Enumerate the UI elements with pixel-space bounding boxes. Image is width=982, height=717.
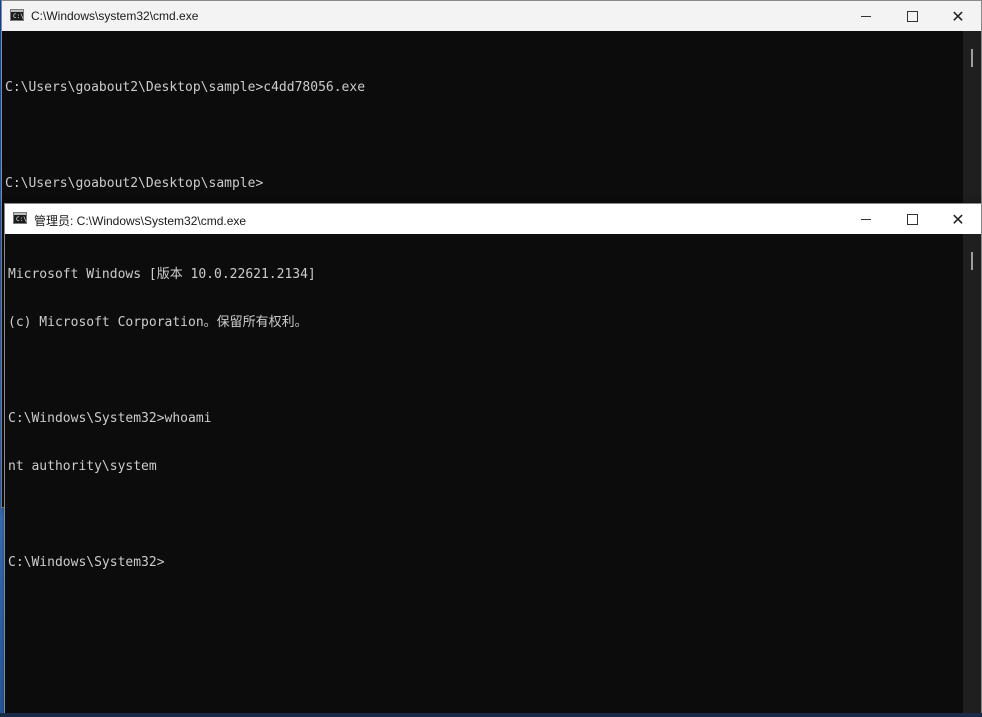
- admin-scrollbar[interactable]: [963, 234, 981, 714]
- cmd-console-icon: C:\: [13, 212, 27, 224]
- back-window-title: C:\Windows\system32\cmd.exe: [31, 9, 199, 23]
- admin-window-titlebar[interactable]: C:\ 管理员: C:\Windows\System32\cmd.exe ✕: [5, 204, 981, 234]
- console-line: C:\Windows\System32>whoami: [8, 411, 212, 426]
- console-line: nt authority\system: [8, 459, 157, 474]
- cmd-console-icon: C:\: [10, 9, 24, 21]
- console-line: C:\Windows\System32>: [8, 555, 165, 570]
- console-line: C:\Users\goabout2\Desktop\sample>c4dd780…: [5, 80, 366, 95]
- maximize-icon[interactable]: [889, 204, 935, 234]
- scroll-thumb[interactable]: [971, 49, 973, 67]
- back-window-titlebar[interactable]: C:\ C:\Windows\system32\cmd.exe ✕: [2, 1, 981, 31]
- admin-console-output[interactable]: Microsoft Windows [版本 10.0.22621.2134] (…: [5, 234, 963, 714]
- admin-window-title: 管理员: C:\Windows\System32\cmd.exe: [34, 214, 247, 228]
- close-icon[interactable]: ✕: [935, 1, 981, 31]
- console-line: C:\Users\goabout2\Desktop\sample>: [5, 176, 264, 191]
- taskbar-edge: [0, 713, 982, 717]
- maximize-icon[interactable]: [889, 1, 935, 31]
- minimize-icon[interactable]: [843, 1, 889, 31]
- close-icon[interactable]: ✕: [935, 204, 981, 234]
- minimize-icon[interactable]: [843, 204, 889, 234]
- console-line: Microsoft Windows [版本 10.0.22621.2134]: [8, 267, 316, 282]
- console-line: (c) Microsoft Corporation。保留所有权利。: [8, 315, 308, 330]
- scroll-thumb[interactable]: [971, 252, 973, 270]
- cmd-window-admin[interactable]: C:\ 管理员: C:\Windows\System32\cmd.exe ✕ M…: [4, 203, 982, 715]
